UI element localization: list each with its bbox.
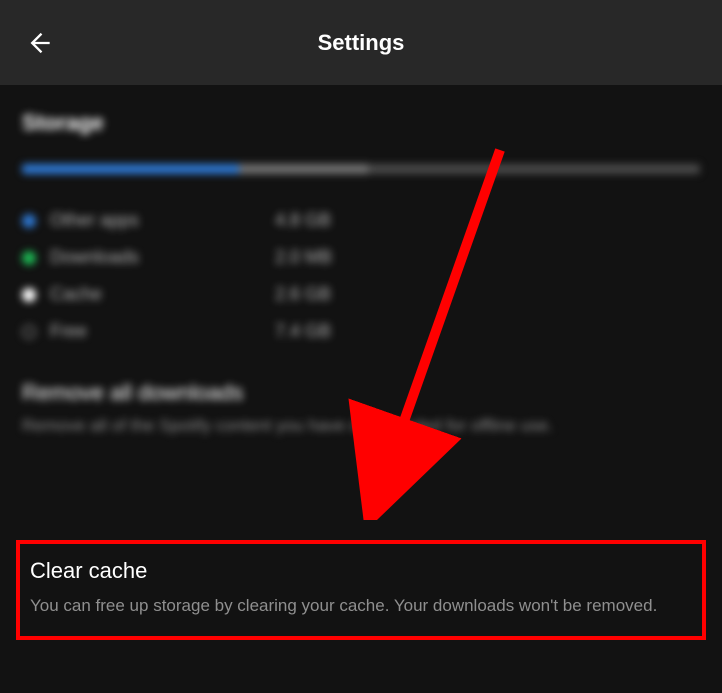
arrow-left-icon <box>24 29 52 57</box>
blurred-background-content: Storage Other apps 4.8 GB Downloads 2.0 … <box>22 110 700 438</box>
storage-bar-cache <box>239 164 368 174</box>
settings-content: Storage Other apps 4.8 GB Downloads 2.0 … <box>0 85 722 438</box>
legend-value: 4.8 GB <box>275 210 331 231</box>
legend-value: 7.4 GB <box>275 321 331 342</box>
dot-icon <box>22 288 36 302</box>
settings-header: Settings <box>0 0 722 85</box>
back-button[interactable] <box>22 27 54 59</box>
legend-label: Cache <box>50 284 275 305</box>
remove-all-downloads-item[interactable]: Remove all downloads Remove all of the S… <box>22 380 700 438</box>
legend-item-other-apps: Other apps 4.8 GB <box>22 202 700 239</box>
legend-label: Free <box>50 321 275 342</box>
legend-value: 2.0 MB <box>275 247 332 268</box>
remove-downloads-description: Remove all of the Spotify content you ha… <box>22 414 700 438</box>
page-title: Settings <box>318 30 405 56</box>
clear-cache-description: You can free up storage by clearing your… <box>30 594 692 618</box>
dot-icon <box>22 325 36 339</box>
legend-label: Other apps <box>50 210 275 231</box>
storage-bar-free <box>368 164 700 174</box>
legend-value: 2.6 GB <box>275 284 331 305</box>
remove-downloads-title: Remove all downloads <box>22 380 700 406</box>
storage-usage-bar <box>22 164 700 174</box>
legend-item-downloads: Downloads 2.0 MB <box>22 239 700 276</box>
legend-label: Downloads <box>50 247 275 268</box>
clear-cache-item[interactable]: Clear cache You can free up storage by c… <box>16 540 706 640</box>
clear-cache-title: Clear cache <box>30 558 692 584</box>
legend-item-cache: Cache 2.6 GB <box>22 276 700 313</box>
dot-icon <box>22 251 36 265</box>
storage-section-title: Storage <box>22 110 700 136</box>
storage-legend: Other apps 4.8 GB Downloads 2.0 MB Cache… <box>22 202 700 350</box>
legend-item-free: Free 7.4 GB <box>22 313 700 350</box>
storage-bar-other-apps <box>22 164 239 174</box>
dot-icon <box>22 214 36 228</box>
